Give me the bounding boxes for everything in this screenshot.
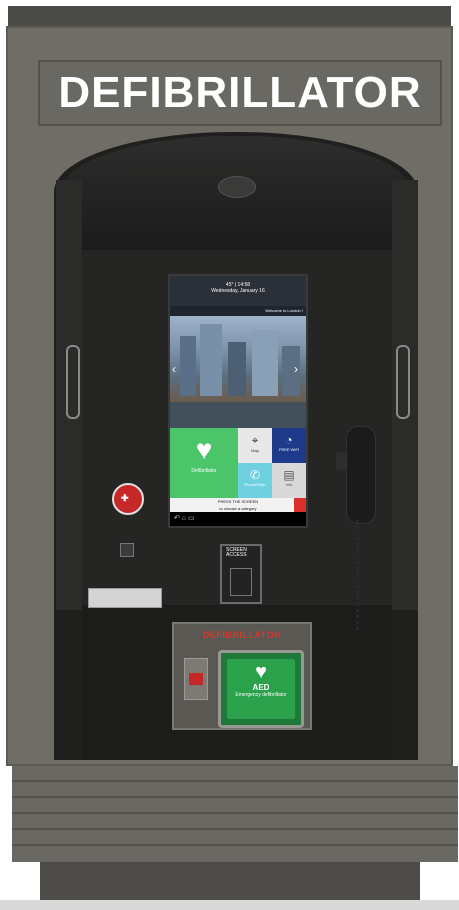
heart-bolt-icon: ♥ xyxy=(195,434,213,465)
sign-panel: DEFIBRILLATOR xyxy=(38,60,442,126)
sign-title: DEFIBRILLATOR xyxy=(58,68,422,117)
aed-release-tab[interactable] xyxy=(189,673,203,685)
ticket-slot[interactable] xyxy=(88,588,162,608)
city-photo: ‹ › xyxy=(170,316,306,428)
base-slat xyxy=(12,796,458,798)
telephone-handset[interactable] xyxy=(346,426,376,524)
tile-call[interactable]: ✆ Phone/Help xyxy=(238,463,272,498)
kiosk: DEFIBRILLATOR 45° | 14:58 Wednesday, Jan… xyxy=(0,0,459,910)
chevron-left-icon[interactable]: ‹ xyxy=(172,362,176,376)
camera-icon xyxy=(218,176,256,198)
badge-icon: ✚ xyxy=(121,493,129,503)
aed-label: AED xyxy=(252,683,270,692)
aed-subtitle: Emergency defibrillator xyxy=(235,692,287,698)
press-bar[interactable]: PRESS THE SCREEN to choose a category xyxy=(170,498,306,512)
chevron-right-icon[interactable]: › xyxy=(294,362,298,376)
emergency-call-button[interactable] xyxy=(294,498,306,512)
base-slat xyxy=(12,844,458,846)
base-slat xyxy=(12,812,458,814)
wifi-icon: ◔ xyxy=(285,433,293,447)
aed-window[interactable]: ♥ AED Emergency defibrillator xyxy=(218,650,304,728)
document-icon: ▤ xyxy=(283,468,295,482)
tile-info-label: Info xyxy=(285,482,293,487)
handset-hook xyxy=(336,452,346,470)
handset-cord xyxy=(356,520,371,630)
card-reader[interactable] xyxy=(120,543,134,557)
building xyxy=(252,330,278,396)
base-slat xyxy=(12,780,458,782)
aed-unit[interactable]: ♥ AED Emergency defibrillator xyxy=(227,659,295,719)
press-text: PRESS THE SCREEN xyxy=(217,499,259,504)
building xyxy=(180,336,196,396)
river xyxy=(170,402,306,428)
floor-shadow xyxy=(0,900,459,910)
tile-map-label: Map xyxy=(251,448,259,453)
contactless-label: SCREEN ACCESS xyxy=(226,547,247,558)
map-pin-icon: ⌖ xyxy=(251,433,259,447)
aed-door-handle[interactable] xyxy=(184,658,208,700)
tile-wifi-label: FREE WIFI xyxy=(278,447,300,452)
aed-title: DEFIBRILLATOR xyxy=(202,630,282,640)
contactless-reader[interactable]: SCREEN ACCESS xyxy=(220,544,262,604)
base-slat xyxy=(12,828,458,830)
tile-call-label: Phone/Help xyxy=(244,482,266,487)
tile-map[interactable]: ⌖ Map xyxy=(238,428,272,463)
tile-info[interactable]: ▤ Info xyxy=(272,463,306,498)
heart-bolt-icon: ♥ xyxy=(255,661,267,683)
status-date: Wednesday, January 16 xyxy=(211,288,265,294)
building xyxy=(200,324,222,396)
status-bar: 45° | 14:58 Wednesday, January 16 xyxy=(170,276,306,306)
tile-wifi[interactable]: ◔ FREE WIFI xyxy=(272,428,306,463)
tile-defibrillator[interactable]: ♥ Defibrillator xyxy=(170,428,238,498)
phone-icon: ✆ xyxy=(249,468,261,482)
tile-defibrillator-label: Defibrillator xyxy=(191,468,217,474)
contactless-pad xyxy=(230,568,252,596)
aed-cabinet: DEFIBRILLATOR ♥ AED Emergency defibrilla… xyxy=(172,622,312,730)
touch-screen[interactable]: 45° | 14:58 Wednesday, January 16 Welcom… xyxy=(168,274,308,528)
speaker-right xyxy=(396,345,410,419)
nav-bar[interactable]: ↶ ⌂ ▭ xyxy=(170,512,306,526)
plinth xyxy=(40,862,420,902)
emergency-badge: ✚ xyxy=(112,483,144,515)
press-subtext: to choose a category xyxy=(219,506,257,511)
welcome-bar: Welcome to London ! xyxy=(170,306,306,316)
building xyxy=(228,342,246,396)
base xyxy=(12,766,458,862)
speaker-left xyxy=(66,345,80,419)
